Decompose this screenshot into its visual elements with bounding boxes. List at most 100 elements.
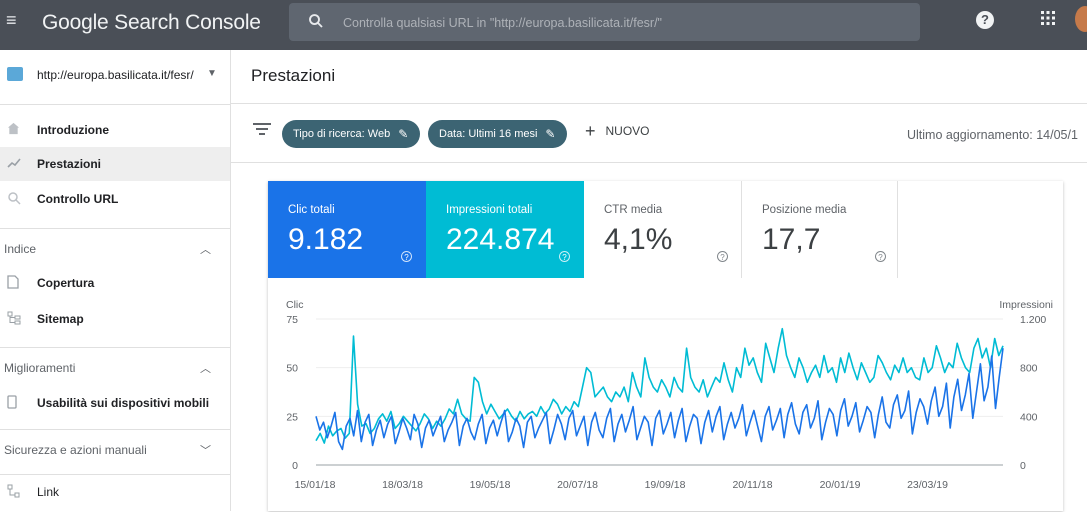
x-tick-label: 15/01/18 xyxy=(295,479,336,491)
filter-bar: Tipo di ricerca: Web ✎ Data: Ultimi 16 m… xyxy=(231,104,1087,163)
trend-glyph xyxy=(7,158,21,168)
apps-grid-icon[interactable] xyxy=(1040,10,1058,28)
section-label: Miglioramenti xyxy=(4,361,76,375)
metric-label: Clic totali xyxy=(288,204,335,216)
search-icon xyxy=(7,191,21,205)
new-filter-label: NUOVO xyxy=(605,124,650,138)
left-tick-label: 0 xyxy=(292,460,298,472)
clicks-series-line xyxy=(315,348,1004,451)
new-filter-button[interactable]: + NUOVO xyxy=(585,121,650,141)
x-tick-label: 23/03/19 xyxy=(907,479,948,491)
plus-icon: + xyxy=(585,121,596,141)
section-indice[interactable]: Indice ︿ xyxy=(0,228,230,269)
search-icon[interactable] xyxy=(307,12,325,30)
sidebar: http://europa.basilicata.it/fesr/ ▼ Intr… xyxy=(0,50,231,511)
x-tick-label: 20/01/19 xyxy=(820,479,861,491)
chart-grid xyxy=(316,318,1003,466)
page-header: Prestazioni xyxy=(231,50,1087,104)
chart-ticks: 75 50 25 0 1.200 800 400 0 15/01/18 18/03/18 19/05… xyxy=(286,314,1046,491)
sidebar-item-link[interactable]: Link xyxy=(0,474,230,512)
chevron-up-icon[interactable]: ︿ xyxy=(200,241,211,257)
help-icon[interactable]: ? xyxy=(401,251,412,262)
chevron-up-icon[interactable]: ︿ xyxy=(200,360,211,376)
metric-value: 224.874 xyxy=(446,223,555,256)
impressions-series-line xyxy=(315,327,1004,444)
right-axis-title: Impressioni xyxy=(999,299,1053,311)
x-tick-label: 19/05/18 xyxy=(470,479,511,491)
x-tick-label: 18/03/18 xyxy=(382,479,423,491)
section-miglioramenti[interactable]: Miglioramenti ︿ xyxy=(0,347,230,388)
filter-chip-search-type[interactable]: Tipo di ricerca: Web ✎ xyxy=(282,120,420,148)
caret-down-icon[interactable]: ▼ xyxy=(207,68,217,79)
metric-average-ctr[interactable]: CTR media 4,1% ? xyxy=(584,181,742,278)
metric-total-impressions[interactable]: Impressioni totali 224.874 ? xyxy=(426,181,584,278)
menu-icon[interactable]: ≡ xyxy=(6,11,22,29)
search-input[interactable] xyxy=(341,3,905,43)
search-glyph xyxy=(8,192,21,205)
pencil-icon[interactable]: ✎ xyxy=(398,127,408,141)
filter-chip-date[interactable]: Data: Ultimi 16 mesi ✎ xyxy=(428,120,567,148)
phone-glyph xyxy=(7,395,17,409)
left-axis-title: Clic xyxy=(286,299,304,311)
sidebar-item-usabilita[interactable]: Usabilità sui dispositivi mobili xyxy=(0,386,230,420)
metric-label: Posizione media xyxy=(762,204,847,216)
x-tick-label: 19/09/18 xyxy=(645,479,686,491)
sidebar-item-sitemap[interactable]: Sitemap xyxy=(0,302,230,336)
metric-total-clicks[interactable]: Clic totali 9.182 ? xyxy=(268,181,426,278)
help-icon[interactable]: ? xyxy=(717,251,728,262)
last-update-text: Ultimo aggiornamento: 14/05/1 xyxy=(907,128,1078,142)
x-tick-label: 20/11/18 xyxy=(732,479,772,491)
left-tick-label: 50 xyxy=(286,363,298,375)
help-icon[interactable]: ? xyxy=(875,251,886,262)
filter-icon[interactable] xyxy=(253,122,271,136)
help-icon[interactable]: ? xyxy=(559,251,570,262)
link-glyph xyxy=(7,484,20,498)
section-sicurezza[interactable]: Sicurezza e azioni manuali ﹀ xyxy=(0,429,230,470)
help-icon[interactable]: ? xyxy=(976,11,994,29)
left-tick-label: 75 xyxy=(286,314,298,326)
link-icon xyxy=(7,484,21,498)
performance-card: Clic totali 9.182 ? Impressioni totali 2… xyxy=(268,181,1063,511)
sidebar-item-controllo-url[interactable]: Controllo URL xyxy=(0,182,230,216)
right-tick-label: 1.200 xyxy=(1020,314,1046,326)
section-label: Indice xyxy=(4,242,37,256)
app-title[interactable]: Google Search Console xyxy=(42,11,261,35)
x-tick-label: 20/07/18 xyxy=(557,479,598,491)
sidebar-item-label: Usabilità sui dispositivi mobili xyxy=(37,396,210,410)
document-glyph xyxy=(7,275,19,289)
sidebar-item-label: Prestazioni xyxy=(37,157,102,171)
home-icon xyxy=(7,122,21,136)
property-label: http://europa.basilicata.it/fesr/ xyxy=(37,68,194,82)
sitemap-icon xyxy=(7,311,21,325)
filter-chip-label: Tipo di ricerca: Web xyxy=(293,128,391,140)
chevron-down-icon[interactable]: ﹀ xyxy=(200,442,211,458)
chart-series xyxy=(315,327,1004,451)
apps-grid-glyph xyxy=(1041,11,1055,25)
trend-icon xyxy=(7,156,21,170)
sidebar-item-prestazioni[interactable]: Prestazioni xyxy=(0,147,230,181)
metric-label: Impressioni totali xyxy=(446,204,533,216)
top-app-bar: ≡ Google Search Console ? xyxy=(0,0,1087,50)
home-glyph xyxy=(7,122,20,135)
right-tick-label: 400 xyxy=(1020,411,1038,423)
metric-value: 9.182 xyxy=(288,223,364,256)
avatar[interactable] xyxy=(1075,6,1087,32)
property-icon xyxy=(7,67,23,81)
pencil-icon[interactable]: ✎ xyxy=(545,127,555,141)
sidebar-item-label: Introduzione xyxy=(37,123,109,137)
sidebar-item-introduzione[interactable]: Introduzione xyxy=(0,113,230,147)
left-tick-label: 25 xyxy=(286,411,298,423)
metric-label: CTR media xyxy=(604,204,663,216)
metric-value: 4,1% xyxy=(604,223,673,256)
page-title: Prestazioni xyxy=(251,66,336,85)
property-selector[interactable]: http://europa.basilicata.it/fesr/ ▼ xyxy=(0,50,230,105)
metric-average-position[interactable]: Posizione media 17,7 ? xyxy=(742,181,898,278)
performance-chart[interactable]: Clic Impressioni 75 50 25 0 1.200 800 400 0 15/0… xyxy=(268,278,1063,511)
right-tick-label: 800 xyxy=(1020,363,1038,375)
sidebar-item-label: Link xyxy=(37,485,60,499)
sitemap-glyph xyxy=(7,311,21,325)
sidebar-item-copertura[interactable]: Copertura xyxy=(0,266,230,300)
sidebar-item-label: Controllo URL xyxy=(37,192,119,206)
document-icon xyxy=(7,275,21,289)
url-inspection-search[interactable] xyxy=(289,3,920,43)
